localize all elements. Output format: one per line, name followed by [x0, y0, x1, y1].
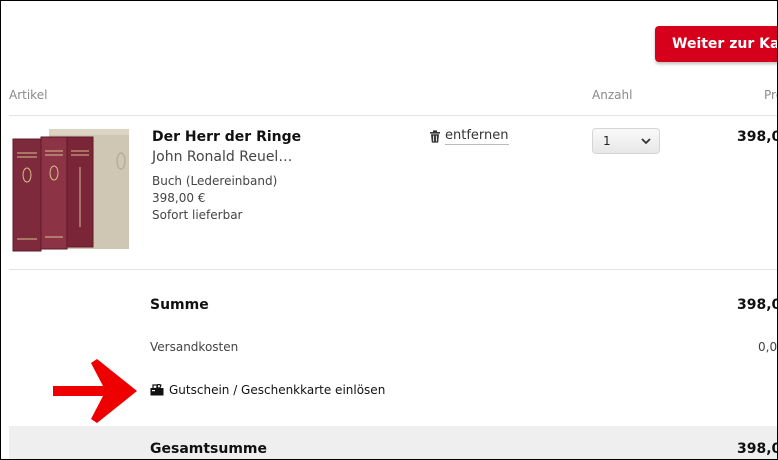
checkout-button[interactable]: Weiter zur Kasse	[655, 26, 777, 62]
trash-icon	[430, 130, 440, 143]
product-availability: Sofort lieferbar	[152, 208, 243, 222]
total-value: 398,00 €	[737, 441, 777, 457]
quantity-select[interactable]: 1	[592, 128, 660, 154]
product-title[interactable]: Der Herr der Ringe	[152, 129, 301, 145]
line-price: 398,00 €	[737, 129, 777, 145]
product-format: Buch (Ledereinband)	[152, 174, 278, 188]
shipping-value: 0,00 €	[758, 340, 778, 354]
divider	[9, 115, 777, 116]
total-label: Gesamtsumme	[150, 441, 268, 457]
gift-card-icon	[150, 384, 164, 396]
column-header-article: Artikel	[9, 88, 48, 102]
product-image[interactable]	[11, 127, 131, 253]
voucher-label: Gutschein / Geschenkkarte einlösen	[169, 383, 386, 397]
remove-item-label: entfernen	[445, 128, 509, 145]
shipping-label: Versandkosten	[150, 340, 239, 354]
product-unit-price: 398,00 €	[152, 191, 206, 205]
chevron-down-icon	[641, 137, 651, 144]
voucher-link[interactable]: Gutschein / Geschenkkarte einlösen	[150, 383, 385, 397]
sum-label: Summe	[150, 297, 209, 313]
arrow-right-icon	[53, 359, 137, 423]
quantity-value: 1	[603, 134, 611, 148]
divider	[9, 269, 777, 270]
total-row	[9, 426, 777, 459]
product-author[interactable]: John Ronald Reuel…	[152, 149, 292, 165]
cart-page: Weiter zur Kasse Artikel Anzahl Preis De…	[0, 0, 778, 460]
column-header-price: Preis	[764, 88, 777, 102]
column-header-quantity: Anzahl	[592, 88, 633, 102]
remove-item-link[interactable]: entfernen	[429, 128, 509, 145]
sum-value: 398,00 €	[737, 297, 777, 313]
